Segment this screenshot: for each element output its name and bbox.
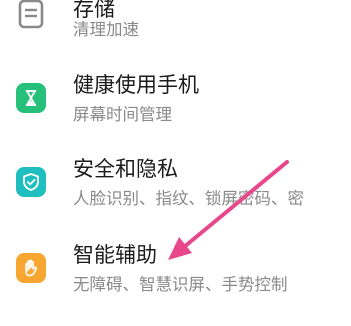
hourglass-icon: [16, 83, 46, 113]
settings-list: 存储 清理加速 健康使用手机 屏幕时间管理 安全和隐私 人脸识别、指纹、锁屏密码…: [0, 0, 351, 297]
settings-item-healthy-use[interactable]: 健康使用手机 屏幕时间管理: [0, 56, 351, 146]
settings-item-smart-assist[interactable]: 智能辅助 无障碍、智慧识屏、手势控制: [0, 236, 351, 326]
settings-item-subtitle: 屏幕时间管理: [73, 105, 172, 124]
settings-item-title: 安全和隐私: [73, 157, 178, 181]
settings-item-subtitle: 人脸识别、指纹、锁屏密码、密: [73, 189, 304, 208]
settings-item-subtitle: 清理加速: [73, 20, 139, 39]
hand-icon: [16, 253, 46, 283]
settings-item-title: 健康使用手机: [73, 73, 199, 97]
settings-item-subtitle: 无障碍、智慧识屏、手势控制: [73, 275, 288, 294]
shield-icon: [16, 167, 46, 197]
settings-item-security[interactable]: 安全和隐私 人脸识别、指纹、锁屏密码、密: [0, 146, 351, 236]
settings-item-storage[interactable]: 存储 清理加速: [0, 0, 351, 56]
settings-item-title: 智能辅助: [73, 243, 157, 267]
storage-icon: [16, 0, 46, 30]
